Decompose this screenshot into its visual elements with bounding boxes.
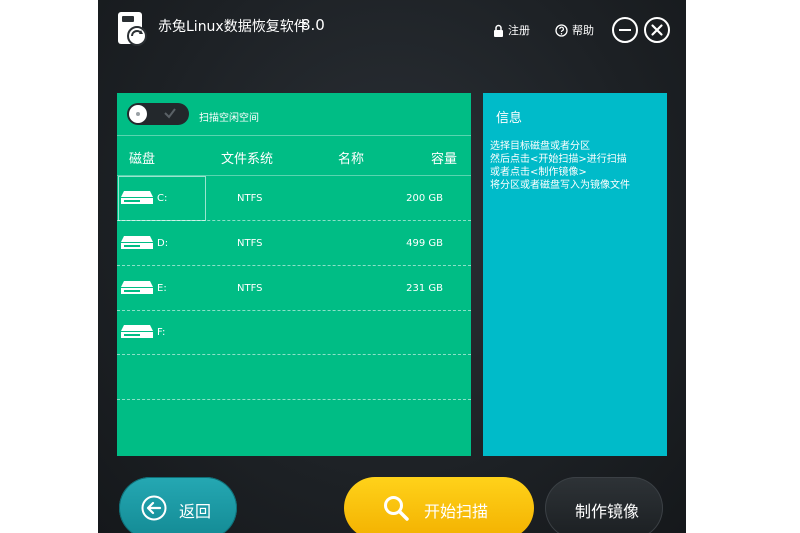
disk-list-panel: 扫描空闲空间 磁盘 文件系统 名称 容量 C: NTFS 200 GB D: N… [117,93,471,456]
info-panel: 信息 选择目标磁盘或者分区 然后点击<开始扫描>进行扫描 或者点击<制作镜像> … [483,93,667,456]
hard-drive-icon [121,281,153,294]
disk-row-f[interactable]: F: [117,310,471,355]
minimize-icon [619,29,631,31]
check-icon [164,108,176,119]
disk-letter: D: [157,238,169,249]
app-version: 8.0 [301,16,325,34]
info-title: 信息 [496,111,523,126]
scan-free-space-label: 扫描空闲空间 [199,113,259,124]
disk-filesystem: NTFS [237,283,263,294]
close-button[interactable] [644,17,670,43]
scan-free-space-toggle[interactable] [127,103,189,125]
help-label: 帮助 [572,24,594,37]
column-header-size: 容量 [431,152,458,167]
disk-row-e[interactable]: E: NTFS 231 GB [117,266,471,311]
help-link[interactable]: 帮助 [555,22,594,38]
register-label: 注册 [508,24,530,37]
app-window: 赤兔Linux数据恢复软件 8.0 注册 帮助 扫描空闲空间 磁盘 文件系统 名… [98,0,686,533]
column-header-name: 名称 [338,152,365,167]
app-logo-icon [115,10,149,48]
hard-drive-icon [121,325,153,338]
disk-filesystem: NTFS [237,238,263,249]
column-header-disk: 磁盘 [129,152,156,167]
back-arrow-icon [141,495,167,521]
minimize-button[interactable] [612,17,638,43]
start-scan-label: 开始扫描 [424,502,489,521]
disk-size: 200 GB [406,193,443,204]
divider [117,135,471,136]
disk-letter: C: [157,193,168,204]
disk-row-c[interactable]: C: NTFS 200 GB [117,176,471,221]
lock-icon [493,24,504,37]
close-icon [651,24,663,36]
disk-size: 231 GB [406,283,443,294]
help-circle-icon [555,23,568,37]
empty-row [117,355,471,400]
magnifier-icon [384,496,409,521]
start-scan-button[interactable]: 开始扫描 [344,477,534,533]
back-label: 返回 [179,502,212,521]
toggle-knob [129,105,147,123]
register-link[interactable]: 注册 [493,22,530,38]
hard-drive-icon [121,191,153,204]
app-title: 赤兔Linux数据恢复软件 [158,19,308,35]
disk-filesystem: NTFS [237,193,263,204]
create-image-label: 制作镜像 [575,502,640,521]
disk-row-d[interactable]: D: NTFS 499 GB [117,221,471,266]
disk-letter: E: [157,283,167,294]
info-line: 将分区或者磁盘写入为镜像文件 [490,180,630,191]
back-button[interactable]: 返回 [119,477,237,533]
disk-letter: F: [157,327,166,338]
hard-drive-icon [121,236,153,249]
column-header-filesystem: 文件系统 [221,152,274,167]
disk-size: 499 GB [406,238,443,249]
create-image-button[interactable]: 制作镜像 [545,477,663,533]
